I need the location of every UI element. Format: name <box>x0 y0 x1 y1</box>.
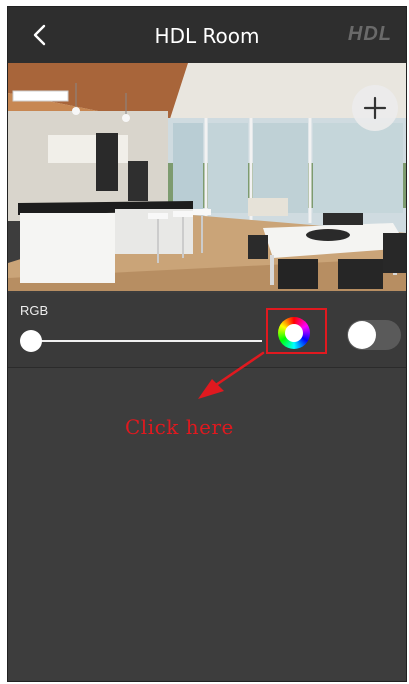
color-wheel-icon[interactable] <box>278 317 310 349</box>
room-photo <box>8 63 406 291</box>
annotation-arrow-icon <box>198 351 265 399</box>
brightness-slider-track[interactable] <box>32 340 262 342</box>
phone-screen: HDL Room HDL RGB Click here <box>7 6 407 682</box>
plus-icon <box>363 96 387 120</box>
rgb-toggle-switch[interactable] <box>347 320 401 350</box>
toggle-knob <box>348 321 376 349</box>
app-header: HDL Room HDL <box>8 7 406 63</box>
brand-logo: HDL <box>347 23 392 45</box>
rgb-label: RGB <box>20 303 49 318</box>
room-illustration <box>8 63 406 291</box>
annotation-text: Click here <box>125 415 234 439</box>
brightness-slider-thumb[interactable] <box>20 330 42 352</box>
add-button[interactable] <box>352 85 398 131</box>
page-title: HDL Room <box>154 24 260 48</box>
